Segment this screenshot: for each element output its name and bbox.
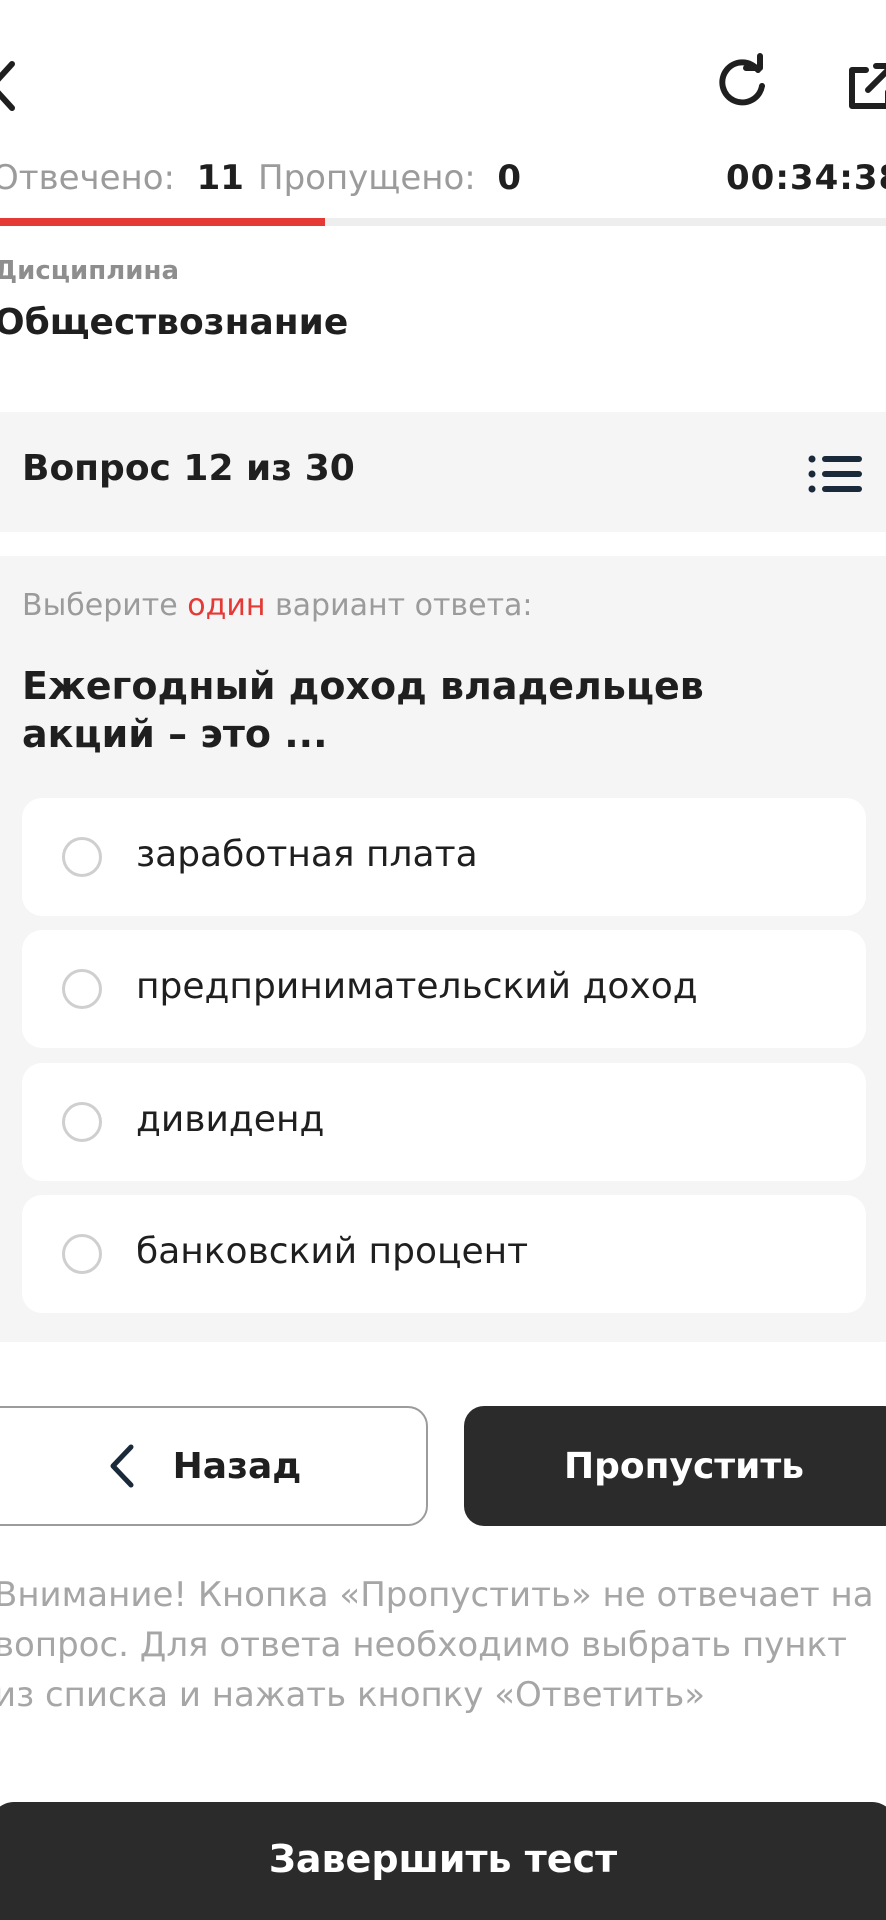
question-counter: Вопрос 12 из 30 [22, 448, 355, 489]
test-stats: Отвечено: 11 Пропущено: 0 00:34:38 [0, 152, 886, 202]
test-screen: Отвечено: 11 Пропущено: 0 00:34:38 Дисци… [0, 0, 886, 1920]
skip-button-label: Пропустить [563, 1445, 805, 1487]
instruction-text-before: Выберите [22, 588, 188, 623]
answered-stat: Отвечено: 11 [0, 158, 244, 198]
discipline-name: Обществознание [0, 302, 349, 343]
answered-label: Отвечено: [0, 158, 176, 198]
list-icon[interactable] [808, 454, 862, 494]
question-text: Ежегодный доход владельцев акций – это .… [22, 664, 704, 756]
option-label: банковский процент [136, 1231, 529, 1272]
answer-option-3[interactable]: дивиденд [22, 1063, 866, 1181]
answer-option-4[interactable]: банковский процент [22, 1195, 866, 1313]
answer-option-2[interactable]: предпринимательский доход [22, 930, 866, 1048]
radio-button[interactable] [62, 837, 102, 877]
option-label: предпринимательский доход [136, 966, 698, 1007]
option-label: заработная плата [136, 834, 478, 875]
skip-button[interactable]: Пропустить [464, 1406, 886, 1526]
skip-warning-text: Внимание! Кнопка «Пропустить» не отвечае… [0, 1575, 874, 1715]
chevron-left-icon[interactable] [0, 56, 22, 116]
chevron-left-icon [110, 1444, 134, 1488]
instruction-text-after: вариант ответа: [265, 588, 533, 623]
skipped-stat: Пропущено: 0 [258, 158, 521, 198]
back-button-label: Назад [172, 1445, 302, 1487]
progress-bar [0, 218, 886, 226]
top-bar [0, 0, 886, 170]
finish-test-button[interactable]: Завершить тест [0, 1802, 886, 1920]
answer-option-1[interactable]: заработная плата [22, 798, 866, 916]
external-link-icon[interactable] [842, 56, 886, 116]
skipped-label: Пропущено: [258, 158, 476, 198]
discipline-label: Дисциплина [0, 256, 180, 286]
progress-fill [0, 218, 325, 226]
skipped-count: 0 [497, 158, 522, 198]
option-label: дивиденд [136, 1099, 325, 1140]
instruction-accent: один [187, 588, 266, 623]
timer: 00:34:38 [726, 158, 886, 198]
radio-button[interactable] [62, 1234, 102, 1274]
question-header-card: Вопрос 12 из 30 [0, 412, 886, 532]
refresh-icon[interactable] [712, 52, 772, 112]
radio-button[interactable] [62, 1102, 102, 1142]
question-card: Выберите один вариант ответа: Ежегодный … [0, 556, 886, 1342]
answer-instruction: Выберите один вариант ответа: [22, 588, 533, 623]
answered-count: 11 [196, 158, 244, 198]
back-button[interactable]: Назад [0, 1406, 428, 1526]
finish-test-label: Завершить тест [268, 1837, 618, 1881]
radio-button[interactable] [62, 969, 102, 1009]
